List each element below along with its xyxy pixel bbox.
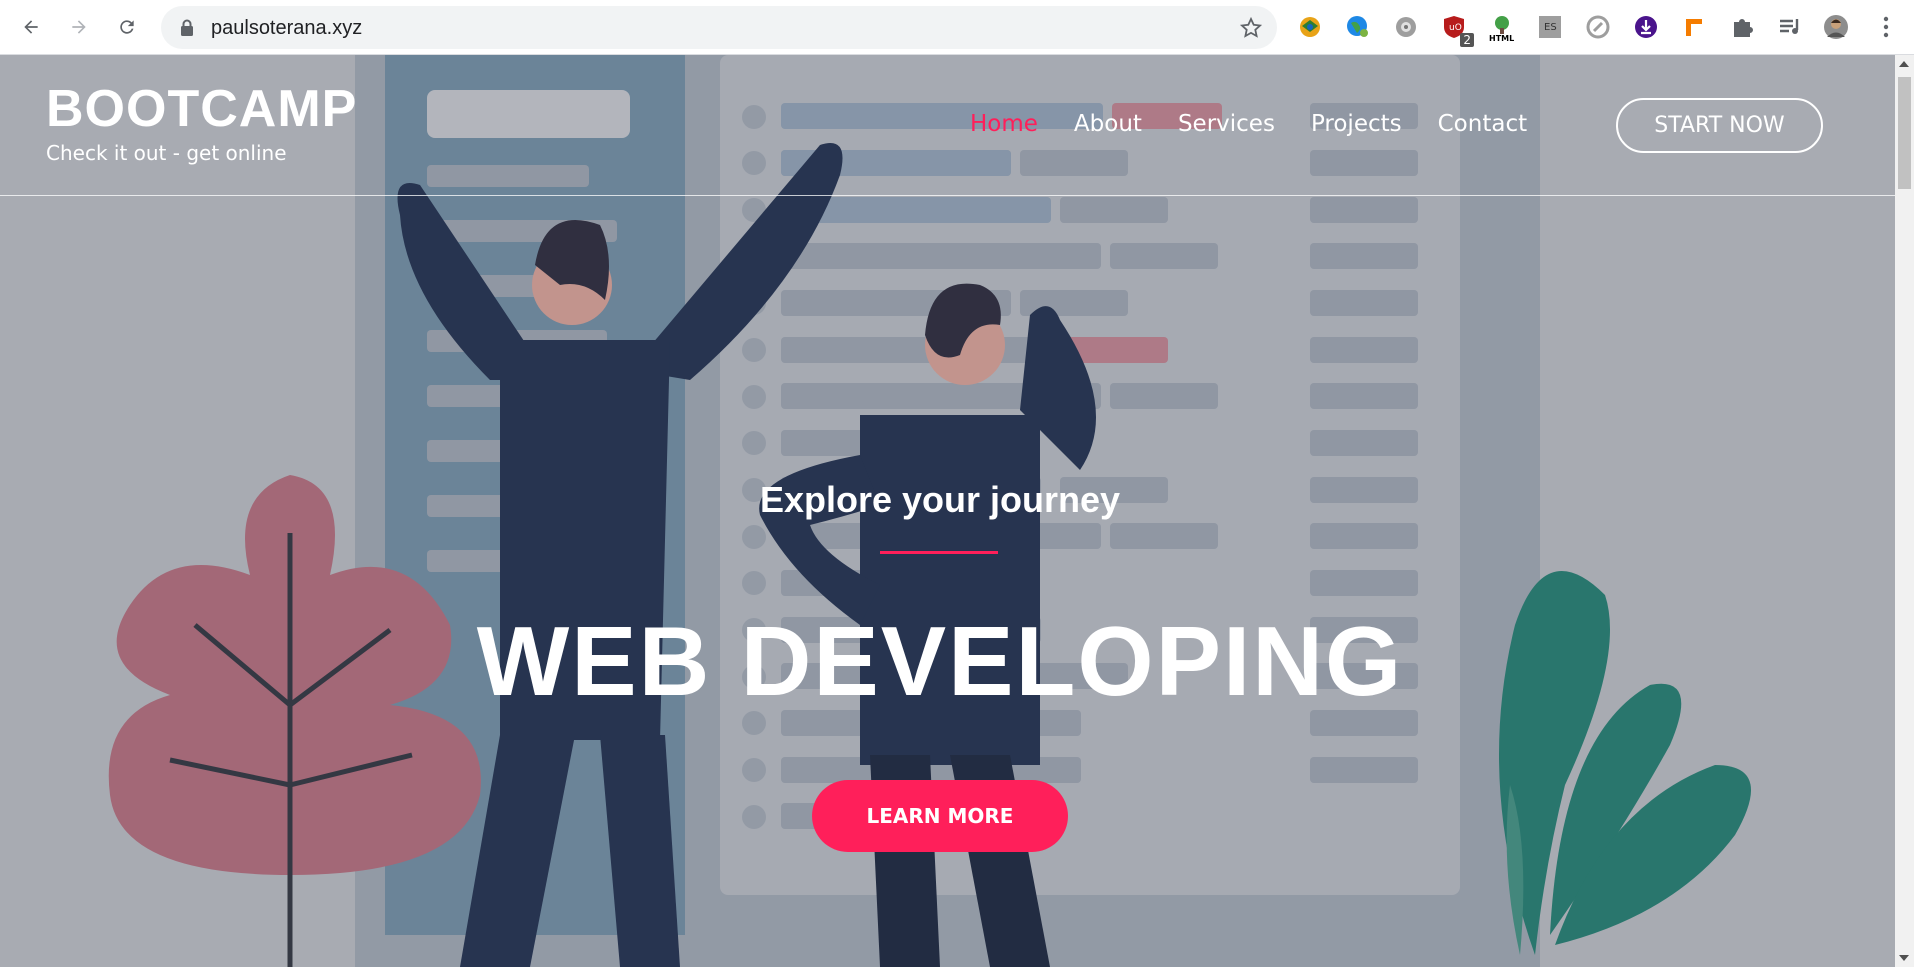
page-scrollbar[interactable] xyxy=(1895,55,1914,967)
url-text: paulsoterana.xyz xyxy=(211,17,363,39)
es-extension-icon[interactable]: ES xyxy=(1536,13,1564,41)
ruler-extension-icon[interactable] xyxy=(1680,13,1708,41)
lock-icon xyxy=(181,19,193,36)
bookmark-star-icon[interactable] xyxy=(1239,16,1263,40)
scroll-thumb[interactable] xyxy=(1898,77,1911,189)
svg-text:uO: uO xyxy=(1449,23,1462,33)
browser-toolbar: paulsoterana.xyz uO 2 HTML ES xyxy=(0,0,1914,55)
reload-icon xyxy=(120,20,134,34)
extension-1-icon[interactable] xyxy=(1296,13,1324,41)
back-arrow-icon xyxy=(24,20,38,34)
media-queue-icon[interactable] xyxy=(1776,13,1804,41)
html-label: HTML xyxy=(1489,34,1515,43)
gear-extension-icon[interactable] xyxy=(1392,13,1420,41)
ublock-badge: 2 xyxy=(1460,33,1474,47)
nav-item-projects[interactable]: Projects xyxy=(1311,111,1402,137)
scroll-up-icon[interactable] xyxy=(1899,61,1909,67)
learn-more-button[interactable]: LEARN MORE xyxy=(812,780,1068,852)
nav-item-services[interactable]: Services xyxy=(1178,111,1275,137)
scroll-down-icon[interactable] xyxy=(1899,955,1909,961)
brand-title: BOOTCAMP xyxy=(46,80,358,138)
download-extension-icon[interactable] xyxy=(1632,13,1660,41)
puzzle-extensions-icon[interactable] xyxy=(1728,13,1756,41)
nav-item-about[interactable]: About xyxy=(1074,111,1142,137)
start-now-button[interactable]: START NOW xyxy=(1616,98,1823,153)
header-divider xyxy=(0,195,1895,196)
forward-button[interactable] xyxy=(63,11,95,43)
nav-item-contact[interactable]: Contact xyxy=(1438,111,1527,137)
hero-headline: WEB DEVELOPING xyxy=(476,606,1404,716)
kebab-menu-icon[interactable] xyxy=(1872,13,1900,41)
reload-button[interactable] xyxy=(111,11,143,43)
main-nav: Home About Services Projects Contact xyxy=(970,111,1563,137)
hero-accent-divider xyxy=(880,551,998,554)
ublock-shield-icon[interactable]: uO 2 xyxy=(1440,13,1474,47)
back-button[interactable] xyxy=(15,11,47,43)
html-tree-icon[interactable]: HTML xyxy=(1488,13,1516,43)
link-extension-icon[interactable] xyxy=(1584,13,1612,41)
nav-item-home[interactable]: Home xyxy=(970,111,1038,137)
es-label: ES xyxy=(1544,22,1557,33)
globe-extension-icon[interactable] xyxy=(1344,13,1372,41)
brand-subtitle: Check it out - get online xyxy=(46,141,287,165)
hero-tagline: Explore your journey xyxy=(759,479,1121,520)
address-bar[interactable]: paulsoterana.xyz xyxy=(161,6,1277,49)
forward-arrow-icon xyxy=(72,20,86,34)
brand[interactable]: BOOTCAMP Check it out - get online xyxy=(46,83,357,165)
hero-section: BOOTCAMP Check it out - get online Home … xyxy=(0,55,1895,967)
profile-avatar-icon[interactable] xyxy=(1822,13,1850,41)
